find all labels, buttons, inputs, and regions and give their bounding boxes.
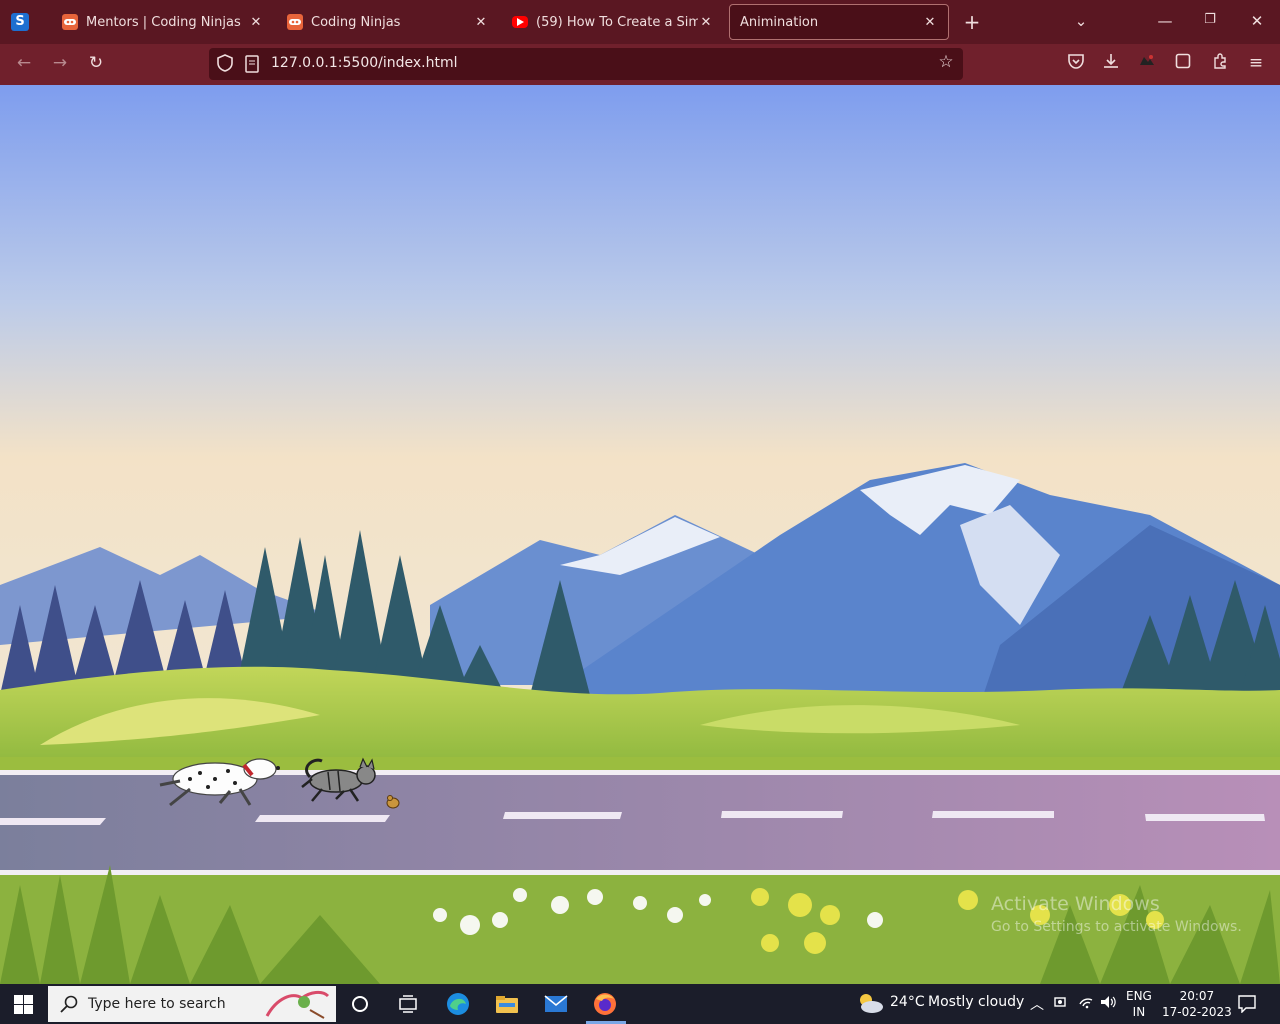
weather-cloud-icon[interactable] [856, 992, 884, 1018]
task-view-icon[interactable] [394, 990, 422, 1018]
pocket-icon[interactable] [1065, 53, 1087, 74]
restore-icon[interactable]: ❐ [1199, 12, 1221, 27]
container-tab-icon[interactable] [1172, 53, 1194, 74]
list-tabs-chevron-icon[interactable]: ⌄ [1070, 12, 1092, 30]
tab-mentors[interactable]: Mentors | Coding Ninjas ✕ [52, 4, 274, 40]
road-edge-bottom [0, 870, 1280, 875]
clock-date: 17-02-2023 [1162, 1005, 1232, 1019]
youtube-icon [512, 16, 528, 28]
clock-time: 20:07 [1179, 989, 1215, 1003]
input-language-code: ENG [1126, 989, 1152, 1003]
tab-bar: S Mentors | Coding Ninjas ✕ Coding Ninja… [0, 0, 1280, 44]
url-bar[interactable]: 127.0.0.1:5500/index.html ☆ [209, 48, 963, 80]
page-viewport: Activate Windows Go to Settings to activ… [0, 85, 1280, 984]
downloads-icon[interactable] [1100, 53, 1122, 74]
activate-windows-subtitle: Go to Settings to activate Windows. [991, 919, 1242, 935]
extension-icon[interactable] [1136, 53, 1158, 74]
wifi-icon[interactable] [1078, 994, 1094, 1014]
activate-windows-title: Activate Windows [991, 893, 1160, 915]
windows-start-icon[interactable] [14, 995, 33, 1014]
shield-icon[interactable] [217, 54, 233, 76]
cortana-icon[interactable] [346, 990, 374, 1018]
search-icon [60, 995, 78, 1017]
tab-animination[interactable]: Animination ✕ [729, 4, 949, 40]
edge-icon[interactable] [444, 990, 472, 1018]
tab-title: Mentors | Coding Ninjas [86, 14, 241, 30]
extensions-puzzle-icon[interactable] [1209, 53, 1231, 74]
landscape-scene [0, 85, 1280, 984]
notification-center-icon[interactable] [1238, 995, 1256, 1017]
volume-icon[interactable] [1100, 994, 1118, 1014]
taskbar-search-box[interactable]: Type here to search [48, 986, 336, 1022]
bookmark-star-icon[interactable]: ☆ [935, 52, 957, 72]
page-info-icon[interactable] [245, 55, 259, 77]
system-clock[interactable]: 20:07 17-02-2023 [1162, 988, 1232, 1020]
weather-temperature[interactable]: 24°C [890, 994, 925, 1010]
search-placeholder: Type here to search [88, 996, 226, 1012]
reload-icon[interactable]: ↻ [85, 53, 107, 73]
coding-ninjas-icon [62, 14, 78, 30]
tab-title: Animination [740, 14, 819, 30]
coding-ninjas-icon [287, 14, 303, 30]
new-tab-button[interactable]: + [961, 10, 983, 34]
file-explorer-icon[interactable] [493, 990, 521, 1018]
close-tab-icon[interactable]: ✕ [698, 15, 714, 30]
close-tab-icon[interactable]: ✕ [922, 15, 938, 30]
tab-youtube[interactable]: (59) How To Create a Simple An ✕ [502, 4, 724, 40]
back-arrow-icon[interactable]: ← [13, 53, 35, 73]
close-tab-icon[interactable]: ✕ [473, 15, 489, 30]
mail-icon[interactable] [542, 990, 570, 1018]
close-tab-icon[interactable]: ✕ [248, 15, 264, 30]
firefox-icon[interactable] [591, 990, 619, 1018]
meet-now-icon[interactable] [1053, 994, 1069, 1014]
tab-title: Coding Ninjas [311, 14, 401, 30]
input-language[interactable]: ENG IN [1126, 988, 1152, 1020]
forward-arrow-icon[interactable]: → [49, 53, 71, 73]
weather-condition[interactable]: Mostly cloudy [928, 994, 1024, 1010]
minimize-icon[interactable]: — [1154, 12, 1176, 30]
tab-title: (59) How To Create a Simple An [536, 14, 698, 30]
input-language-region: IN [1132, 1005, 1146, 1019]
url-text[interactable]: 127.0.0.1:5500/index.html [271, 55, 458, 71]
search-highlight-bird-icon [262, 988, 332, 1024]
tab-coding-ninjas[interactable]: Coding Ninjas ✕ [277, 4, 499, 40]
close-window-icon[interactable]: ✕ [1246, 12, 1268, 30]
sidebar-s-icon[interactable]: S [11, 13, 29, 31]
navigation-bar: ← → ↻ 127.0.0.1:5500/index.html ☆ ≡ [0, 44, 1280, 85]
tray-chevron-up-icon[interactable]: ︿ [1030, 994, 1044, 1014]
windows-taskbar: Type here to search 24°C Mostly cloudy ︿… [0, 984, 1280, 1024]
menu-hamburger-icon[interactable]: ≡ [1245, 53, 1267, 73]
